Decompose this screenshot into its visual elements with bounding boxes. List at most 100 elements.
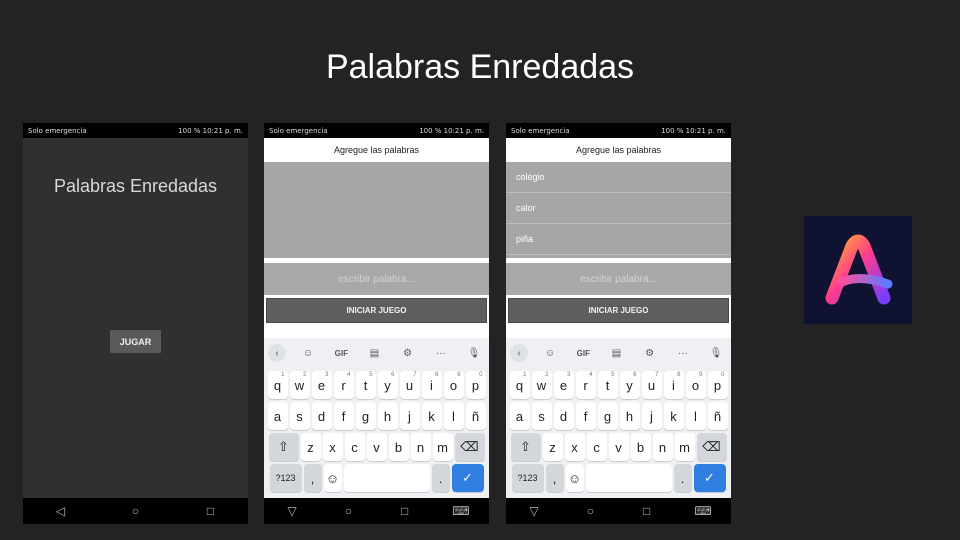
key-s[interactable]: s bbox=[531, 402, 552, 430]
key-q[interactable]: q1 bbox=[509, 371, 530, 399]
keyboard-switch-icon[interactable]: ⌨ bbox=[683, 504, 723, 518]
hide-keyboard-icon[interactable]: ▽ bbox=[514, 504, 554, 518]
key-v[interactable]: v bbox=[608, 433, 629, 461]
keyboard-switch-icon[interactable]: ⌨ bbox=[441, 504, 481, 518]
key-d[interactable]: d bbox=[553, 402, 574, 430]
space-key[interactable] bbox=[343, 464, 430, 492]
key-l[interactable]: l bbox=[685, 402, 706, 430]
emoji-key-icon[interactable]: ☺ bbox=[565, 464, 584, 492]
key-x[interactable]: x bbox=[322, 433, 343, 461]
backspace-key-icon[interactable]: ⌫ bbox=[696, 433, 727, 461]
word-item[interactable]: calor bbox=[506, 193, 731, 224]
comma-key[interactable]: , bbox=[545, 464, 564, 492]
sticker-icon[interactable]: ☺ bbox=[297, 348, 319, 359]
key-ñ[interactable]: ñ bbox=[707, 402, 728, 430]
home-nav-icon[interactable]: ○ bbox=[328, 504, 368, 518]
more-icon[interactable]: ··· bbox=[430, 348, 452, 359]
key-h[interactable]: h bbox=[619, 402, 640, 430]
key-y[interactable]: y6 bbox=[619, 371, 640, 399]
word-item[interactable]: colegio bbox=[506, 162, 731, 193]
period-key[interactable]: . bbox=[673, 464, 692, 492]
key-t[interactable]: t5 bbox=[355, 371, 376, 399]
key-u[interactable]: u7 bbox=[399, 371, 420, 399]
recents-nav-icon[interactable]: □ bbox=[191, 504, 231, 518]
key-p[interactable]: p0 bbox=[707, 371, 728, 399]
key-a[interactable]: a bbox=[267, 402, 288, 430]
sticker-icon[interactable]: ☺ bbox=[539, 348, 561, 359]
key-j[interactable]: j bbox=[399, 402, 420, 430]
key-g[interactable]: g bbox=[355, 402, 376, 430]
key-o[interactable]: o9 bbox=[685, 371, 706, 399]
key-y[interactable]: y6 bbox=[377, 371, 398, 399]
key-t[interactable]: t5 bbox=[597, 371, 618, 399]
key-m[interactable]: m bbox=[674, 433, 695, 461]
key-c[interactable]: c bbox=[586, 433, 607, 461]
symbols-key[interactable]: ?123 bbox=[269, 464, 302, 492]
more-icon[interactable]: ··· bbox=[672, 348, 694, 359]
key-r[interactable]: r4 bbox=[333, 371, 354, 399]
back-nav-icon[interactable]: ◁ bbox=[41, 504, 81, 518]
key-r[interactable]: r4 bbox=[575, 371, 596, 399]
key-f[interactable]: f bbox=[575, 402, 596, 430]
key-w[interactable]: w2 bbox=[531, 371, 552, 399]
key-p[interactable]: p0 bbox=[465, 371, 486, 399]
key-j[interactable]: j bbox=[641, 402, 662, 430]
space-key[interactable] bbox=[585, 464, 672, 492]
back-icon[interactable]: ‹ bbox=[268, 344, 286, 362]
shift-key-icon[interactable]: ⇧ bbox=[268, 433, 299, 461]
enter-key-icon[interactable]: ✓ bbox=[451, 464, 484, 492]
key-g[interactable]: g bbox=[597, 402, 618, 430]
home-nav-icon[interactable]: ○ bbox=[570, 504, 610, 518]
play-button[interactable]: JUGAR bbox=[110, 330, 161, 353]
key-i[interactable]: i8 bbox=[421, 371, 442, 399]
gif-button[interactable]: GIF bbox=[330, 349, 352, 358]
key-c[interactable]: c bbox=[344, 433, 365, 461]
shift-key-icon[interactable]: ⇧ bbox=[510, 433, 541, 461]
emoji-key-icon[interactable]: ☺ bbox=[323, 464, 342, 492]
key-k[interactable]: k bbox=[421, 402, 442, 430]
word-item[interactable]: piña bbox=[506, 224, 731, 255]
key-h[interactable]: h bbox=[377, 402, 398, 430]
key-k[interactable]: k bbox=[663, 402, 684, 430]
settings-icon[interactable]: ⚙ bbox=[639, 348, 661, 359]
comma-key[interactable]: , bbox=[303, 464, 322, 492]
settings-icon[interactable]: ⚙ bbox=[397, 348, 419, 359]
clipboard-icon[interactable]: ▤ bbox=[363, 348, 385, 359]
key-q[interactable]: q1 bbox=[267, 371, 288, 399]
key-ñ[interactable]: ñ bbox=[465, 402, 486, 430]
start-game-button[interactable]: INICIAR JUEGO bbox=[266, 298, 487, 323]
key-a[interactable]: a bbox=[509, 402, 530, 430]
mic-icon[interactable]: 🎙 bbox=[705, 348, 727, 359]
back-icon[interactable]: ‹ bbox=[510, 344, 528, 362]
start-game-button[interactable]: INICIAR JUEGO bbox=[508, 298, 729, 323]
recents-nav-icon[interactable]: □ bbox=[627, 504, 667, 518]
key-i[interactable]: i8 bbox=[663, 371, 684, 399]
key-z[interactable]: z bbox=[542, 433, 563, 461]
key-n[interactable]: n bbox=[652, 433, 673, 461]
home-nav-icon[interactable]: ○ bbox=[116, 504, 156, 518]
key-e[interactable]: e3 bbox=[553, 371, 574, 399]
key-x[interactable]: x bbox=[564, 433, 585, 461]
key-b[interactable]: b bbox=[630, 433, 651, 461]
recents-nav-icon[interactable]: □ bbox=[385, 504, 425, 518]
key-b[interactable]: b bbox=[388, 433, 409, 461]
enter-key-icon[interactable]: ✓ bbox=[693, 464, 726, 492]
key-s[interactable]: s bbox=[289, 402, 310, 430]
period-key[interactable]: . bbox=[431, 464, 450, 492]
key-l[interactable]: l bbox=[443, 402, 464, 430]
clipboard-icon[interactable]: ▤ bbox=[605, 348, 627, 359]
key-u[interactable]: u7 bbox=[641, 371, 662, 399]
hide-keyboard-icon[interactable]: ▽ bbox=[272, 504, 312, 518]
key-d[interactable]: d bbox=[311, 402, 332, 430]
key-z[interactable]: z bbox=[300, 433, 321, 461]
key-f[interactable]: f bbox=[333, 402, 354, 430]
key-n[interactable]: n bbox=[410, 433, 431, 461]
key-v[interactable]: v bbox=[366, 433, 387, 461]
key-w[interactable]: w2 bbox=[289, 371, 310, 399]
mic-icon[interactable]: 🎙 bbox=[463, 348, 485, 359]
gif-button[interactable]: GIF bbox=[572, 349, 594, 358]
word-input[interactable]: escribir palabra... bbox=[506, 263, 731, 295]
key-o[interactable]: o9 bbox=[443, 371, 464, 399]
backspace-key-icon[interactable]: ⌫ bbox=[454, 433, 485, 461]
key-m[interactable]: m bbox=[432, 433, 453, 461]
